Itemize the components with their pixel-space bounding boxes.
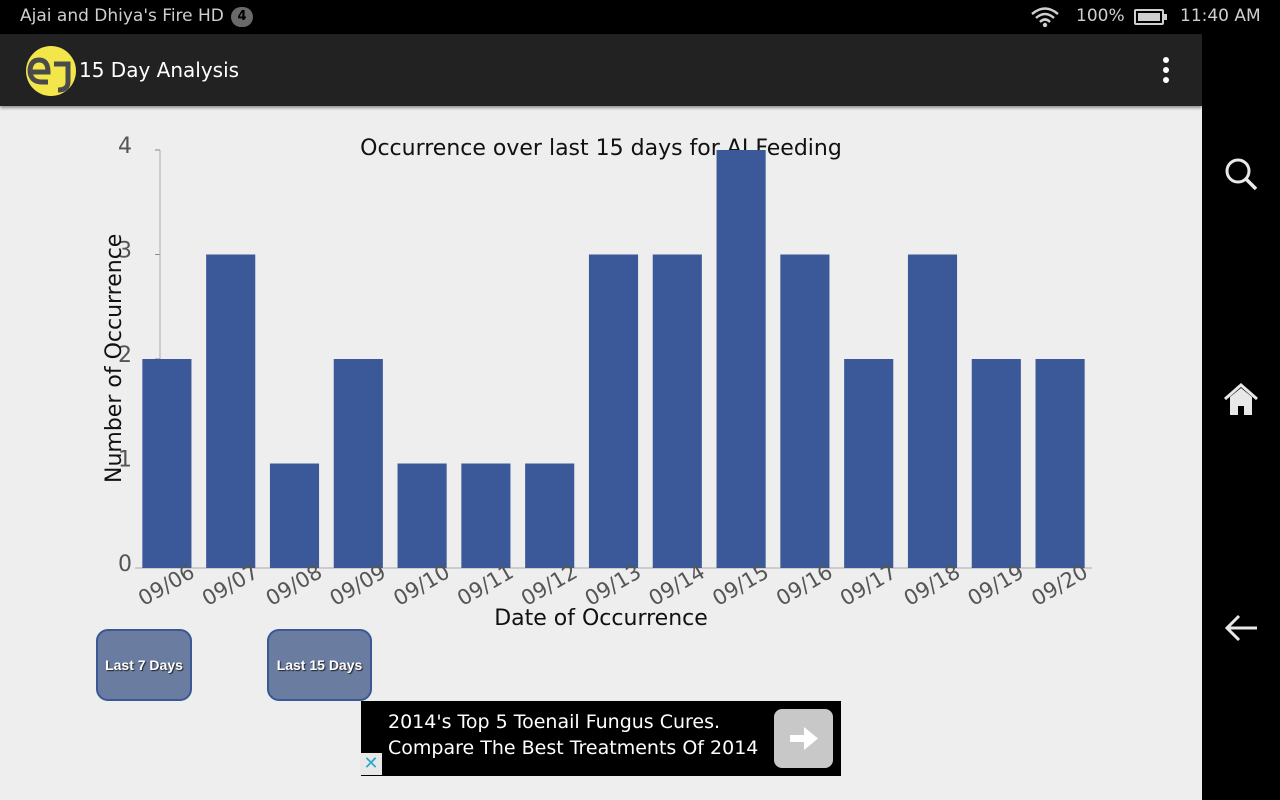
ad-text-line1: 2014's Top 5 Toenail Fungus Cures. xyxy=(388,711,721,733)
bar-09/10 xyxy=(397,463,447,568)
nav-bar xyxy=(1202,34,1280,800)
bar-09/18 xyxy=(907,254,958,568)
app-logo[interactable] xyxy=(26,46,76,96)
bar-09/13 xyxy=(588,254,639,568)
bar-09/06 xyxy=(142,359,192,568)
bar-09/19 xyxy=(971,359,1021,568)
overflow-menu-icon[interactable] xyxy=(1155,54,1177,86)
battery-percent: 100% xyxy=(1076,6,1125,26)
bar-09/20 xyxy=(1035,359,1085,568)
device-name: Ajai and Dhiya's Fire HD xyxy=(20,6,224,26)
y-tick-label: 4 xyxy=(118,134,132,159)
page-title: 15 Day Analysis xyxy=(79,58,240,82)
bar-09/15 xyxy=(716,150,766,568)
arrow-right-icon[interactable] xyxy=(774,709,833,768)
bar-09/16 xyxy=(780,254,830,568)
action-bar: 15 Day Analysis xyxy=(0,34,1202,106)
close-icon[interactable]: ✕ xyxy=(360,753,382,775)
bar-chart: Occurrence over last 15 days for AJ Feed… xyxy=(102,134,1092,626)
last-15-days-button[interactable]: Last 15 Days xyxy=(267,629,372,701)
y-tick-label: 0 xyxy=(118,552,132,577)
notification-badge[interactable]: 4 xyxy=(231,7,253,27)
bar-09/07 xyxy=(206,254,256,568)
clock: 11:40 AM xyxy=(1180,6,1261,26)
bar-09/17 xyxy=(844,359,894,568)
y-axis-label: Number of Occurrence xyxy=(102,234,127,483)
last-7-days-button[interactable]: Last 7 Days xyxy=(96,629,192,701)
ad-text-line2: Compare The Best Treatments Of 2014 xyxy=(388,737,759,759)
bar-09/09 xyxy=(333,359,383,568)
ad-banner[interactable]: 2014's Top 5 Toenail Fungus Cures. Compa… xyxy=(360,701,841,776)
bar-09/08 xyxy=(269,463,320,568)
bar-09/11 xyxy=(461,463,511,568)
search-icon[interactable] xyxy=(1221,154,1261,194)
x-axis-label: Date of Occurrence xyxy=(494,606,708,626)
bar-09/12 xyxy=(525,463,575,568)
wifi-icon xyxy=(1030,6,1060,33)
main-content: Occurrence over last 15 days for AJ Feed… xyxy=(0,106,1202,800)
home-icon[interactable] xyxy=(1221,380,1261,420)
chart-title: Occurrence over last 15 days for AJ Feed… xyxy=(360,136,842,161)
back-arrow-icon[interactable] xyxy=(1221,608,1261,648)
status-bar: Ajai and Dhiya's Fire HD 4 100% 11:40 AM xyxy=(0,0,1280,34)
bar-09/14 xyxy=(652,254,702,568)
battery-icon xyxy=(1134,9,1167,25)
